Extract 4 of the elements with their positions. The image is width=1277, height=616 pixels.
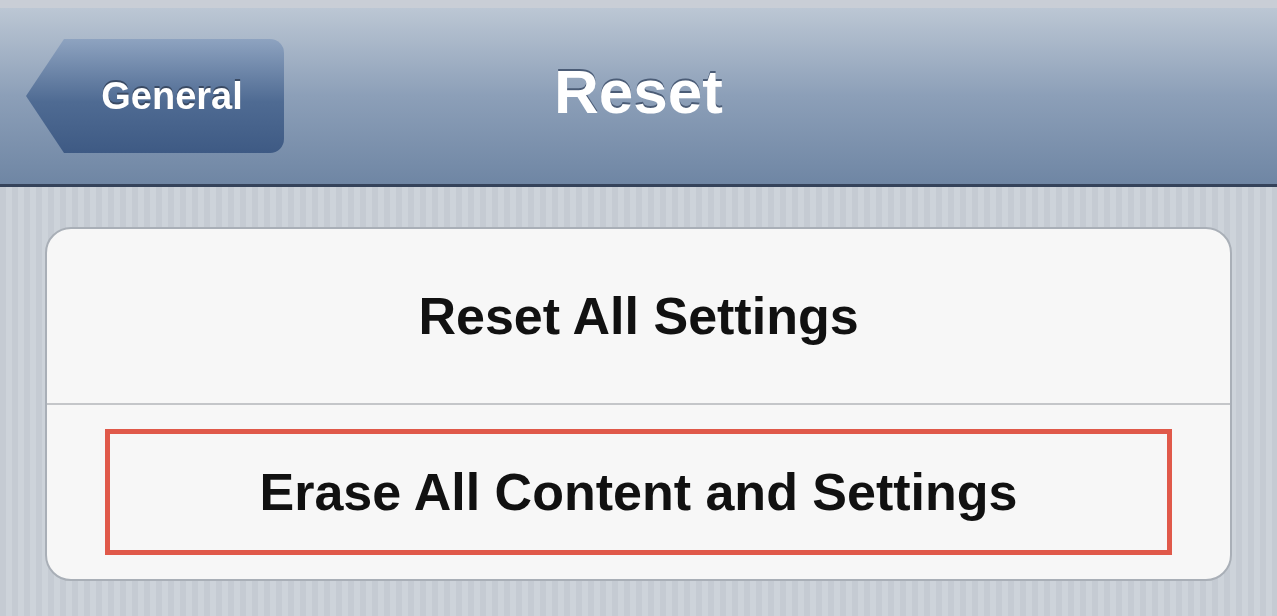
- reset-option-button[interactable]: Erase All Content and Settings: [110, 434, 1167, 550]
- screen-title: Reset: [554, 55, 723, 128]
- reset-option-button[interactable]: Reset All Settings: [110, 258, 1167, 374]
- back-button[interactable]: General: [26, 39, 284, 153]
